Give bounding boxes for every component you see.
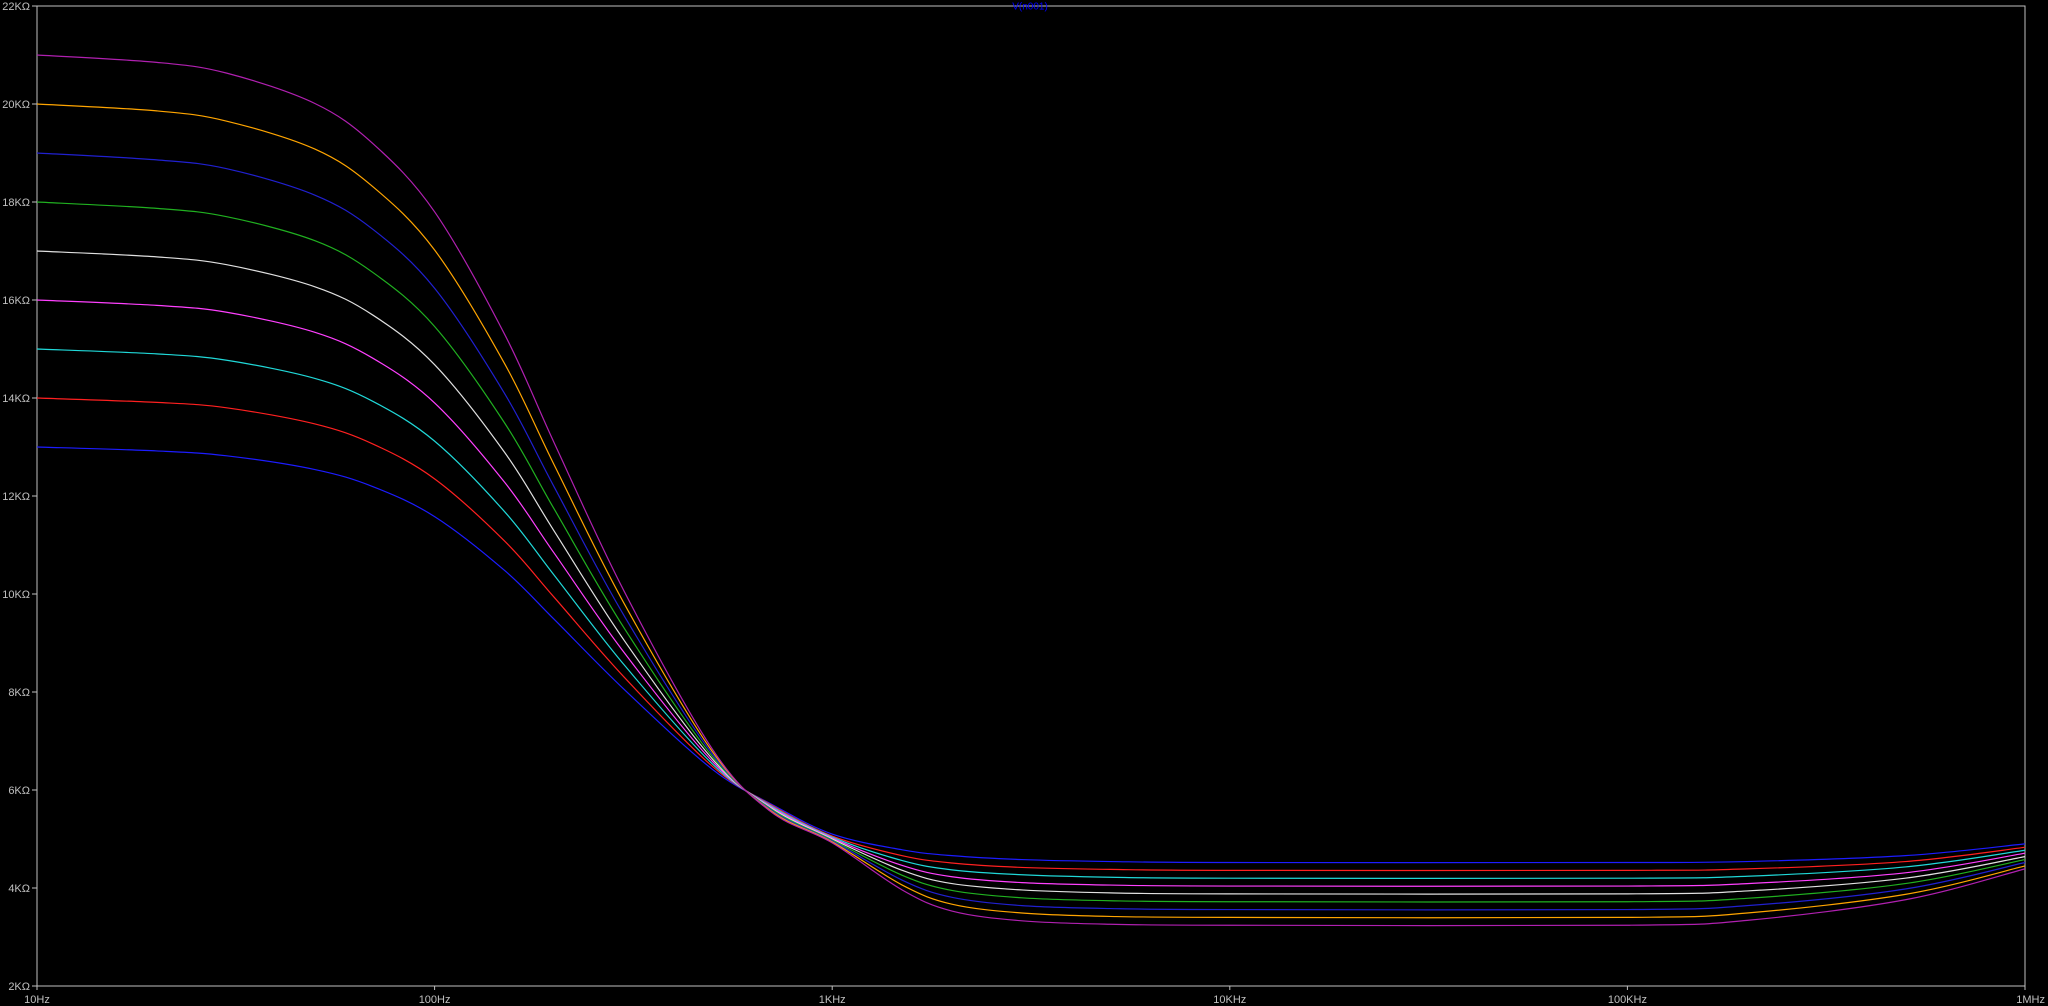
y-tick-label: 16KΩ [2, 295, 30, 307]
trace-line-7[interactable] [36, 152, 2026, 911]
y-tick-label: 12KΩ [2, 491, 30, 503]
x-tick-label: 1MHz [2016, 994, 2045, 1006]
chart-svg: V(n001) 10Hz 100Hz 1KHz 10KHz 100KHz 1MHz 2KΩ… [2, 1, 2045, 1006]
trace-line-2[interactable] [36, 397, 2026, 872]
y-tick-label: 22KΩ [2, 1, 30, 13]
x-tick-label: 1KHz [819, 994, 846, 1006]
x-tick-label: 10Hz [24, 994, 50, 1006]
x-tick-label: 10KHz [1213, 994, 1246, 1006]
y-axis: 2KΩ 4KΩ 6KΩ 8KΩ 10KΩ 12KΩ 14KΩ 16KΩ 18KΩ 20KΩ 22KΩ [2, 1, 37, 993]
y-tick-label: 8KΩ [8, 687, 30, 699]
y-tick-label: 2KΩ [8, 981, 30, 993]
trace-line-3[interactable] [36, 348, 2026, 879]
y-tick-label: 4KΩ [8, 883, 30, 895]
y-tick-label: 14KΩ [2, 393, 30, 405]
x-tick-label: 100Hz [419, 994, 451, 1006]
trace-line-6[interactable] [36, 201, 2026, 903]
y-tick-label: 6KΩ [8, 785, 30, 797]
y-tick-label: 10KΩ [2, 589, 30, 601]
trace-line-4[interactable] [36, 299, 2026, 887]
x-axis: 10Hz 100Hz 1KHz 10KHz 100KHz 1MHz [24, 986, 2045, 1006]
trace-group [36, 54, 2026, 927]
trace-line-5[interactable] [36, 250, 2026, 895]
x-tick-label: 100KHz [1608, 994, 1647, 1006]
trace-line-8[interactable] [36, 103, 2026, 919]
plot-window: V(n001) 10Hz 100Hz 1KHz 10KHz 100KHz 1MHz 2KΩ… [0, 0, 2048, 1006]
trace-line-1[interactable] [36, 446, 2026, 864]
y-tick-label: 18KΩ [2, 197, 30, 209]
plot-frame [36, 5, 2026, 987]
y-tick-label: 20KΩ [2, 99, 30, 111]
trace-line-9[interactable] [36, 54, 2026, 927]
plot-title[interactable]: V(n001) [1012, 1, 1048, 12]
